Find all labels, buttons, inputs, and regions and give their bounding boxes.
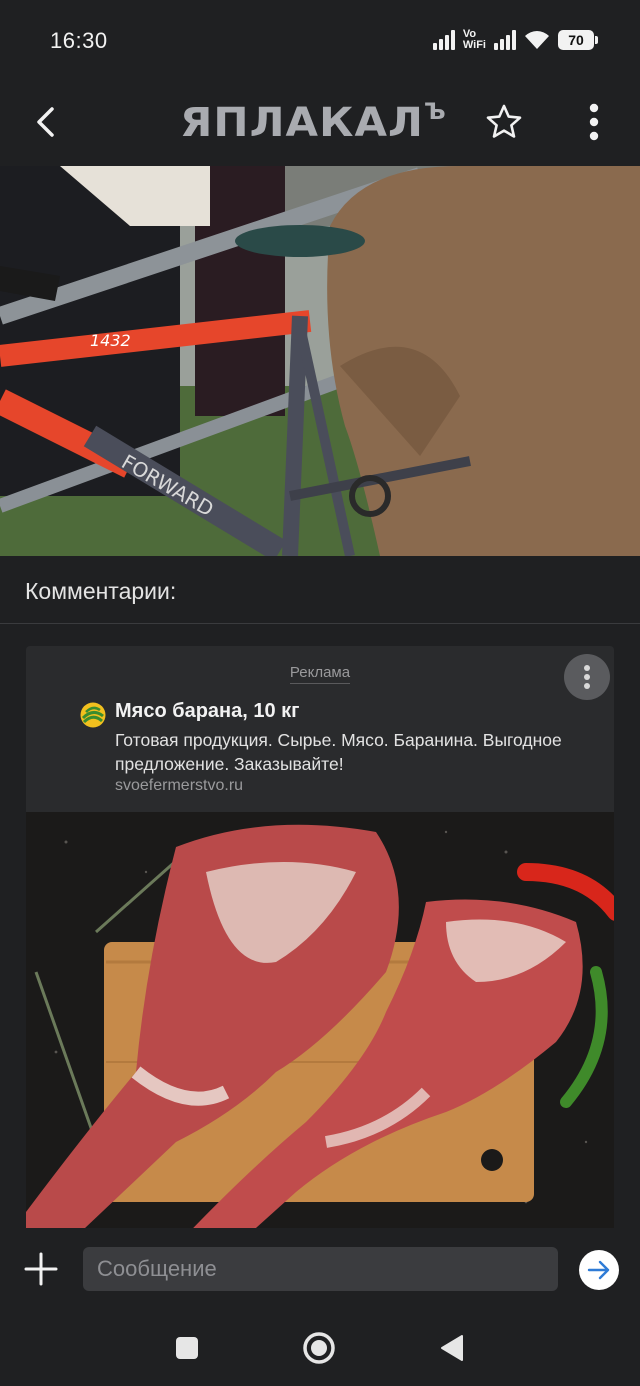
status-time: 16:30 [50, 28, 108, 53]
more-menu-button[interactable] [572, 100, 616, 144]
vowifi-label-bottom: WiFi [462, 39, 486, 51]
ad-more-button[interactable] [564, 654, 610, 700]
battery-icon: 70 [558, 30, 598, 50]
ad-image[interactable] [26, 812, 614, 1246]
more-vertical-icon [584, 665, 590, 689]
nav-back-button[interactable] [430, 1326, 474, 1370]
ad-title[interactable]: Мясо барана, 10 кг [115, 700, 300, 723]
favorite-button[interactable] [482, 100, 526, 144]
send-button[interactable] [579, 1250, 619, 1290]
more-vertical-icon [589, 103, 599, 141]
ad-domain[interactable]: svoefermerstvo.ru [115, 777, 243, 795]
ad-label: Реклама [26, 664, 614, 684]
site-logo[interactable]: ЯПЛАКАЛЪ [180, 100, 447, 152]
status-bar: 16:30 Vo WiFi 70 [0, 0, 640, 82]
ad-label-text: Реклама [289, 664, 351, 684]
home-button[interactable] [297, 1326, 341, 1370]
back-triangle-icon [441, 1335, 463, 1361]
comments-heading: Комментарии: [25, 578, 177, 604]
ad-card[interactable]: Реклама Мясо барана, 10 кг Готовая проду… [26, 646, 614, 1246]
svg-text:1432: 1432 [90, 331, 131, 350]
signal-icon [494, 30, 516, 50]
home-circle-icon [303, 1332, 335, 1364]
back-arrow-icon [37, 107, 54, 137]
status-icons: Vo WiFi 70 [432, 26, 598, 54]
advertiser-logo-icon [80, 702, 106, 728]
message-input[interactable] [83, 1247, 558, 1291]
recents-square-icon [176, 1337, 198, 1359]
ad-description: Готовая продукция. Сырье. Мясо. Баранина… [115, 730, 562, 774]
message-composer [0, 1228, 640, 1312]
bicycle-photo: 1432 FORWARD [0, 166, 640, 556]
lamb-meat-photo [26, 812, 614, 1246]
plus-icon [24, 1252, 58, 1286]
attach-button[interactable] [20, 1248, 62, 1290]
vowifi-icon: Vo WiFi [463, 29, 486, 51]
logo-text: ЯПЛАКАЛ [180, 100, 424, 146]
logo-suffix: Ъ [423, 100, 447, 125]
send-arrow-icon [587, 1260, 610, 1280]
recents-button[interactable] [165, 1326, 209, 1370]
app-bar: ЯПЛАКАЛЪ [0, 82, 640, 166]
star-icon [486, 104, 522, 138]
signal-icon [432, 30, 455, 50]
back-button[interactable] [24, 100, 68, 144]
system-nav-bar [0, 1312, 640, 1386]
divider [0, 623, 640, 624]
wifi-icon [525, 31, 549, 49]
battery-level: 70 [568, 32, 584, 48]
post-image[interactable]: 1432 FORWARD [0, 166, 640, 556]
